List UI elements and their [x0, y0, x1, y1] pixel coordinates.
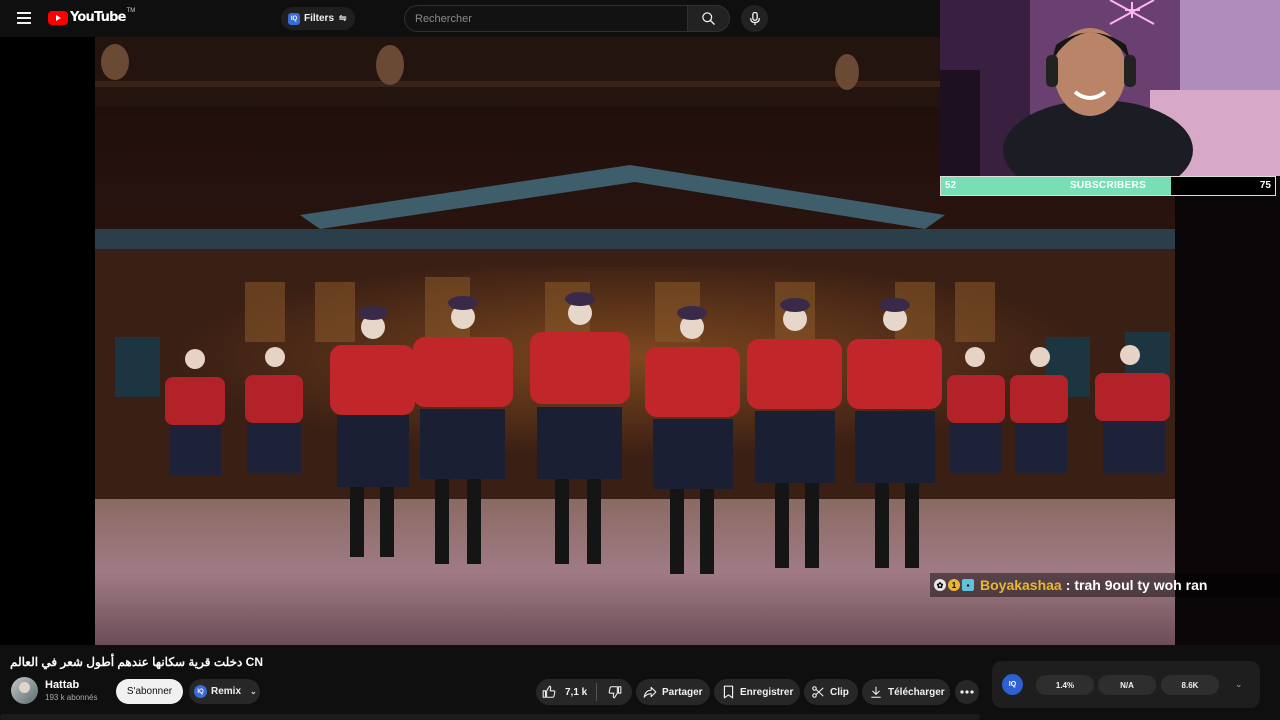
logo-trademark: TM	[126, 8, 136, 14]
chat-separator: :	[1065, 577, 1071, 593]
video-title: دخلت قرية سكانها عندهم أطول شعر في العال…	[10, 655, 264, 669]
remix-button[interactable]: IQ Remix ⌄	[189, 679, 260, 704]
search-button[interactable]	[688, 5, 730, 32]
channel-text: Hattab 193 k abonnés	[45, 679, 98, 702]
share-icon	[643, 686, 657, 698]
subscriber-goal-bar: 52 SUBSCRIBERS 75	[940, 176, 1276, 196]
more-actions-button[interactable]	[955, 680, 979, 704]
chat-username: Boyakashaa	[980, 577, 1062, 593]
moderator-badge-icon: ✿	[934, 579, 946, 591]
iq-badge-icon: IQ	[194, 685, 207, 698]
sliders-icon: ⇋	[339, 13, 347, 23]
youtube-logo[interactable]: YouTube TM	[48, 8, 136, 25]
streamer-webcam	[940, 0, 1280, 176]
filters-label: Filters	[304, 13, 335, 24]
top-bar: YouTube TM IQ Filters ⇋	[0, 0, 940, 37]
like-count: 7,1 k	[565, 686, 588, 698]
thumbs-down-icon	[608, 686, 621, 699]
description-box-edge[interactable]	[0, 714, 980, 720]
youtube-page: YouTube TM IQ Filters ⇋ Rechercher 52 SU…	[0, 0, 1280, 720]
youtube-play-icon	[48, 10, 68, 25]
logo-text: YouTube	[70, 10, 126, 25]
subscriber-badge-icon: 1	[948, 579, 960, 591]
share-label: Partager	[662, 686, 703, 698]
chat-badges: ✿ 1 ▪	[934, 579, 976, 591]
stat-count: 8.6K	[1161, 675, 1219, 695]
chevron-down-icon: ⌄	[250, 687, 257, 696]
subscriber-goal-target: 75	[1259, 180, 1271, 191]
bookmark-icon	[723, 685, 734, 699]
search-icon	[702, 12, 715, 25]
channel-name[interactable]: Hattab	[45, 679, 98, 691]
dislike-button[interactable]	[597, 679, 632, 705]
voice-search-button[interactable]	[741, 5, 768, 32]
filters-button[interactable]: IQ Filters ⇋	[281, 7, 355, 30]
like-dislike-group: 7,1 k	[536, 679, 632, 705]
clip-button[interactable]: Clip	[804, 679, 858, 705]
microphone-icon	[749, 11, 760, 25]
subscriber-goal-label: SUBSCRIBERS	[1069, 180, 1147, 191]
hamburger-menu-icon[interactable]	[17, 12, 31, 24]
channel-info[interactable]: Hattab 193 k abonnés	[11, 677, 98, 704]
thumbs-up-icon	[542, 685, 556, 698]
webcam-image	[940, 0, 1280, 176]
download-icon	[871, 686, 881, 698]
save-label: Enregistrer	[740, 686, 794, 698]
stat-percentage: 1.4%	[1036, 675, 1094, 695]
channel-avatar[interactable]	[11, 677, 38, 704]
search-input[interactable]	[404, 5, 688, 32]
stat-na: N/A	[1098, 675, 1156, 695]
subscribe-button[interactable]: S'abonner	[116, 679, 183, 704]
download-label: Télécharger	[888, 686, 945, 698]
chat-message-overlay: ✿ 1 ▪ Boyakashaa : trah 9oul ty woh ran	[930, 573, 1280, 597]
iq-badge-icon: IQ	[288, 12, 300, 25]
chevron-down-icon[interactable]: ⌄	[1235, 679, 1243, 690]
gamepad-badge-icon: ▪	[962, 579, 974, 591]
channel-subscriber-count: 193 k abonnés	[45, 693, 98, 702]
clip-label: Clip	[830, 686, 849, 698]
like-button[interactable]: 7,1 k	[536, 679, 596, 705]
scissors-icon	[812, 686, 824, 698]
search-bar	[404, 5, 730, 32]
remix-label: Remix	[211, 686, 242, 697]
chat-text: trah 9oul ty woh ran	[1074, 577, 1208, 593]
iq-logo-icon[interactable]: IQ	[1002, 674, 1023, 695]
save-button[interactable]: Enregistrer	[714, 679, 800, 705]
stats-panel: IQ 1.4% N/A 8.6K ⌄	[992, 661, 1260, 708]
player-gutter-left	[0, 37, 95, 645]
download-button[interactable]: Télécharger	[862, 679, 950, 705]
more-horizontal-icon	[960, 690, 974, 694]
share-button[interactable]: Partager	[636, 679, 710, 705]
